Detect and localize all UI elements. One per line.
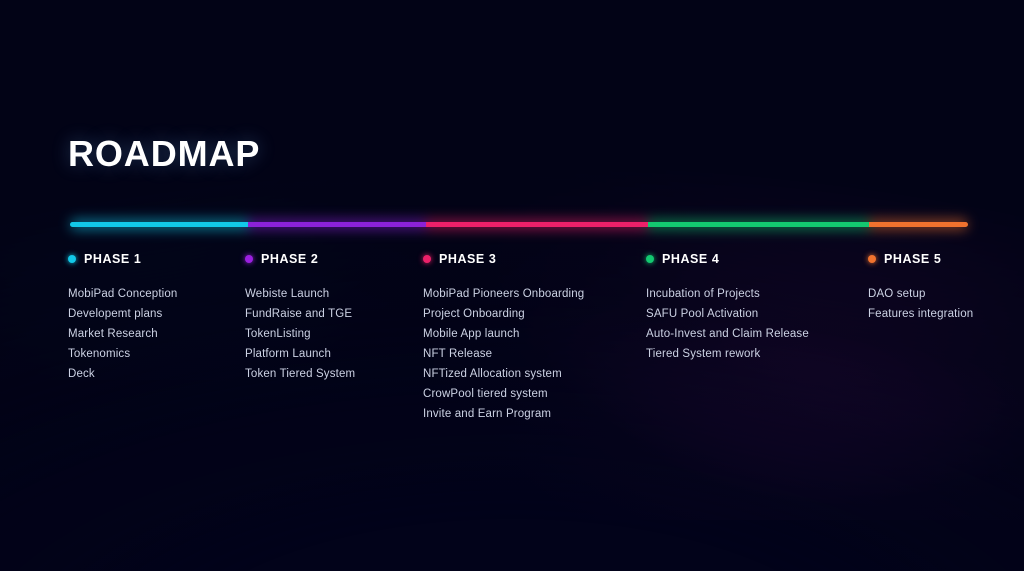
phase-header-4[interactable]: PHASE 4 xyxy=(646,252,861,266)
phase-item-list: MobiPad Pioneers Onboarding Project Onboa… xyxy=(423,284,638,424)
list-item: NFTized Allocation system xyxy=(423,368,562,380)
page-title: ROADMAP xyxy=(68,133,261,174)
list-item: Incubation of Projects xyxy=(646,288,760,300)
background-glow-right-inner xyxy=(614,0,1024,440)
list-item: Project Onboarding xyxy=(423,308,525,320)
list-item: NFT Release xyxy=(423,348,493,360)
phase-header-3[interactable]: PHASE 3 xyxy=(423,252,638,266)
list-item: Tokenomics xyxy=(68,348,131,360)
phase-marker-dot-icon xyxy=(868,255,876,263)
phase-marker-dot-icon xyxy=(423,255,431,263)
phase-label: PHASE 2 xyxy=(261,252,319,266)
list-item: TokenListing xyxy=(245,328,311,340)
phase-label: PHASE 5 xyxy=(884,252,942,266)
phase-column-4: PHASE 4 Incubation of Projects SAFU Pool A… xyxy=(646,252,861,364)
phase-marker-dot-icon xyxy=(245,255,253,263)
list-item: Auto-Invest and Claim Release xyxy=(646,328,809,340)
phase-2-segment xyxy=(247,222,426,227)
phase-item-list: Incubation of Projects SAFU Pool Activati… xyxy=(646,284,861,364)
phase-column-2: PHASE 2 Webiste Launch FundRaise and TGE To… xyxy=(245,252,417,384)
phase-label: PHASE 3 xyxy=(439,252,497,266)
dot-wave-decoration xyxy=(0,0,1024,230)
phase-column-1: PHASE 1 MobiPad Conception Developemt plan… xyxy=(68,252,240,384)
phase-label: PHASE 4 xyxy=(662,252,720,266)
phase-5-segment xyxy=(869,222,968,227)
list-item: Token Tiered System xyxy=(245,368,356,380)
phase-item-list: DAO setup Features integration xyxy=(868,284,1024,324)
phase-column-5: PHASE 5 DAO setup Features integration xyxy=(868,252,1024,324)
list-item: FundRaise and TGE xyxy=(245,308,353,320)
roadmap-slide: ROADMAP PHASE 1 MobiPad Conception Develop… xyxy=(0,0,1024,571)
list-item: Platform Launch xyxy=(245,348,331,360)
phase-item-list: Webiste Launch FundRaise and TGE TokenList… xyxy=(245,284,417,384)
phase-1-segment xyxy=(70,222,248,227)
list-item: Tiered System rework xyxy=(646,348,761,360)
list-item: DAO setup xyxy=(868,288,926,300)
list-item: SAFU Pool Activation xyxy=(646,308,759,320)
phase-header-1[interactable]: PHASE 1 xyxy=(68,252,240,266)
timeline-bar xyxy=(70,222,968,227)
phase-header-5[interactable]: PHASE 5 xyxy=(868,252,1024,266)
phase-marker-dot-icon xyxy=(646,255,654,263)
phase-marker-dot-icon xyxy=(68,255,76,263)
phase-column-3: PHASE 3 MobiPad Pioneers Onboarding Projec… xyxy=(423,252,638,424)
list-item: Mobile App launch xyxy=(423,328,520,340)
list-item: Features integration xyxy=(868,308,974,320)
phase-4-segment xyxy=(648,222,870,227)
list-item: Developemt plans xyxy=(68,308,163,320)
list-item: MobiPad Pioneers Onboarding xyxy=(423,288,585,300)
list-item: Webiste Launch xyxy=(245,288,330,300)
phase-item-list: MobiPad Conception Developemt plans Market… xyxy=(68,284,240,384)
list-item: Invite and Earn Program xyxy=(423,408,552,420)
phase-header-2[interactable]: PHASE 2 xyxy=(245,252,417,266)
list-item: Market Research xyxy=(68,328,158,340)
list-item: CrowPool tiered system xyxy=(423,388,548,400)
list-item: Deck xyxy=(68,368,95,380)
list-item: MobiPad Conception xyxy=(68,288,178,300)
phase-label: PHASE 1 xyxy=(84,252,142,266)
phase-3-segment xyxy=(425,222,649,227)
